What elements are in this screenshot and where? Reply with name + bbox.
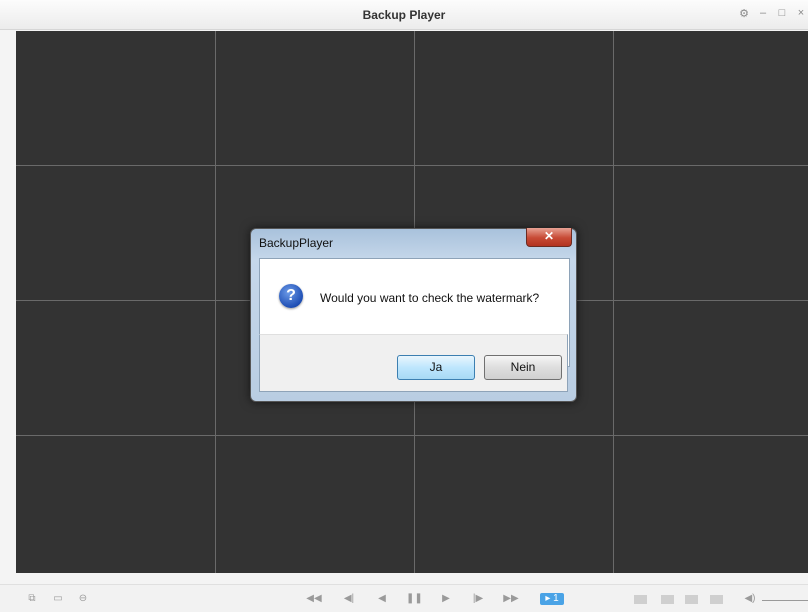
pause-icon[interactable]: ❚❚ (406, 593, 423, 605)
dialog-close-button[interactable]: ✕ (526, 228, 572, 247)
maximize-button[interactable]: □ (777, 7, 787, 20)
window-controls: ⚙ – □ × (739, 7, 806, 20)
bottom-toolbar: ⧉ ▭ ⊖ ◀◀ ◀| ◀ ❚❚ ▶ |▶ ▶▶ ▸ 1 ◀) (0, 584, 808, 612)
layout-16-icon[interactable] (710, 595, 723, 604)
minimize-button[interactable]: – (758, 7, 768, 20)
fast-forward-icon[interactable]: ▶▶ (502, 593, 520, 605)
layout-9-icon[interactable] (685, 595, 698, 604)
no-button[interactable]: Nein (484, 355, 562, 380)
grid-divider (215, 31, 216, 573)
fast-rewind-icon[interactable]: ◀◀ (305, 593, 323, 605)
dialog-message: Would you want to check the watermark? (320, 291, 540, 305)
title-bar: Backup Player ⚙ – □ × (0, 0, 808, 30)
layout-1-icon[interactable] (634, 595, 647, 604)
yes-button[interactable]: Ja (397, 355, 475, 380)
grid-divider (613, 31, 614, 573)
step-forward-icon[interactable]: |▶ (470, 593, 486, 605)
rewind-icon[interactable]: ◀ (376, 593, 388, 605)
window-title: Backup Player (362, 8, 446, 22)
print-icon[interactable]: ⊖ (76, 593, 90, 605)
folder-icon[interactable]: ▭ (52, 593, 64, 605)
volume-icon[interactable]: ◀) (742, 593, 758, 605)
close-button[interactable]: × (796, 7, 806, 20)
grid-divider (16, 435, 808, 436)
settings-icon[interactable]: ⚙ (739, 7, 749, 20)
layout-4-icon[interactable] (661, 595, 674, 604)
speed-button[interactable]: ▸ 1 (540, 593, 564, 605)
grid-divider (16, 165, 808, 166)
play-icon[interactable]: ▶ (440, 593, 452, 605)
snapshot-icon[interactable]: ⧉ (26, 593, 38, 605)
volume-slider[interactable] (762, 600, 808, 601)
step-back-icon[interactable]: ◀| (341, 593, 357, 605)
dialog-title: BackupPlayer (259, 236, 334, 250)
question-icon: ? (279, 284, 303, 308)
watermark-dialog: BackupPlayer ✕ ? Would you want to check… (250, 228, 577, 402)
